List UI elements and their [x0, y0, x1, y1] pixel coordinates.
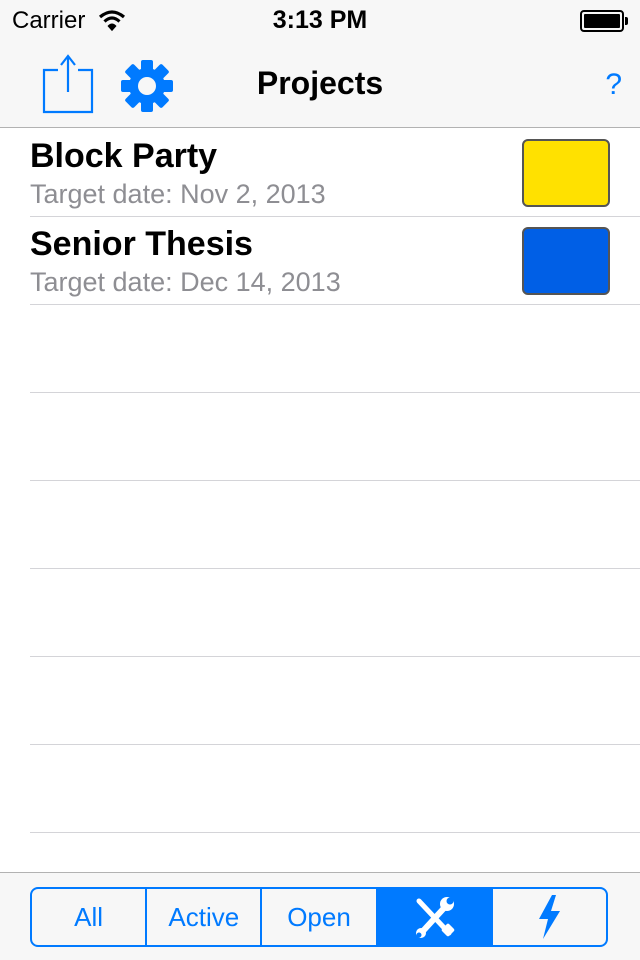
lightning-bolt-icon — [539, 895, 561, 939]
clock: 3:13 PM — [272, 6, 368, 34]
filter-tools-segment[interactable] — [377, 889, 493, 945]
project-row[interactable]: Senior Thesis Target date: Dec 14, 2013 — [30, 217, 640, 305]
navigation-bar: Projects ? — [0, 40, 640, 128]
empty-list-row — [30, 745, 640, 833]
filter-all-segment[interactable]: All — [32, 889, 148, 945]
project-color-swatch[interactable] — [522, 227, 610, 295]
battery-full-icon — [580, 10, 628, 32]
project-color-swatch[interactable] — [522, 139, 610, 207]
status-bar: Carrier 3:13 PM — [0, 0, 640, 40]
project-row[interactable]: Block Party Target date: Nov 2, 2013 — [30, 129, 640, 217]
empty-list-row — [30, 657, 640, 745]
project-name: Senior Thesis — [30, 225, 253, 263]
empty-list-row — [30, 393, 640, 481]
help-button[interactable]: ? — [605, 68, 622, 102]
filter-active-segment[interactable]: Active — [147, 889, 263, 945]
gear-icon[interactable] — [116, 56, 178, 116]
project-target-date: Target date: Nov 2, 2013 — [30, 179, 326, 209]
filter-segmented-control: All Active Open — [30, 887, 608, 947]
project-name: Block Party — [30, 137, 218, 175]
share-icon[interactable] — [36, 52, 100, 116]
empty-list-row — [30, 569, 640, 657]
filter-open-segment[interactable]: Open — [262, 889, 378, 945]
filter-lightning-segment[interactable] — [493, 889, 606, 945]
projects-list: Block Party Target date: Nov 2, 2013 Sen… — [0, 129, 640, 833]
empty-list-row — [30, 481, 640, 569]
bottom-toolbar: All Active Open — [0, 872, 640, 960]
tools-icon — [416, 897, 455, 938]
empty-list-row — [30, 305, 640, 393]
project-target-date: Target date: Dec 14, 2013 — [30, 267, 341, 297]
